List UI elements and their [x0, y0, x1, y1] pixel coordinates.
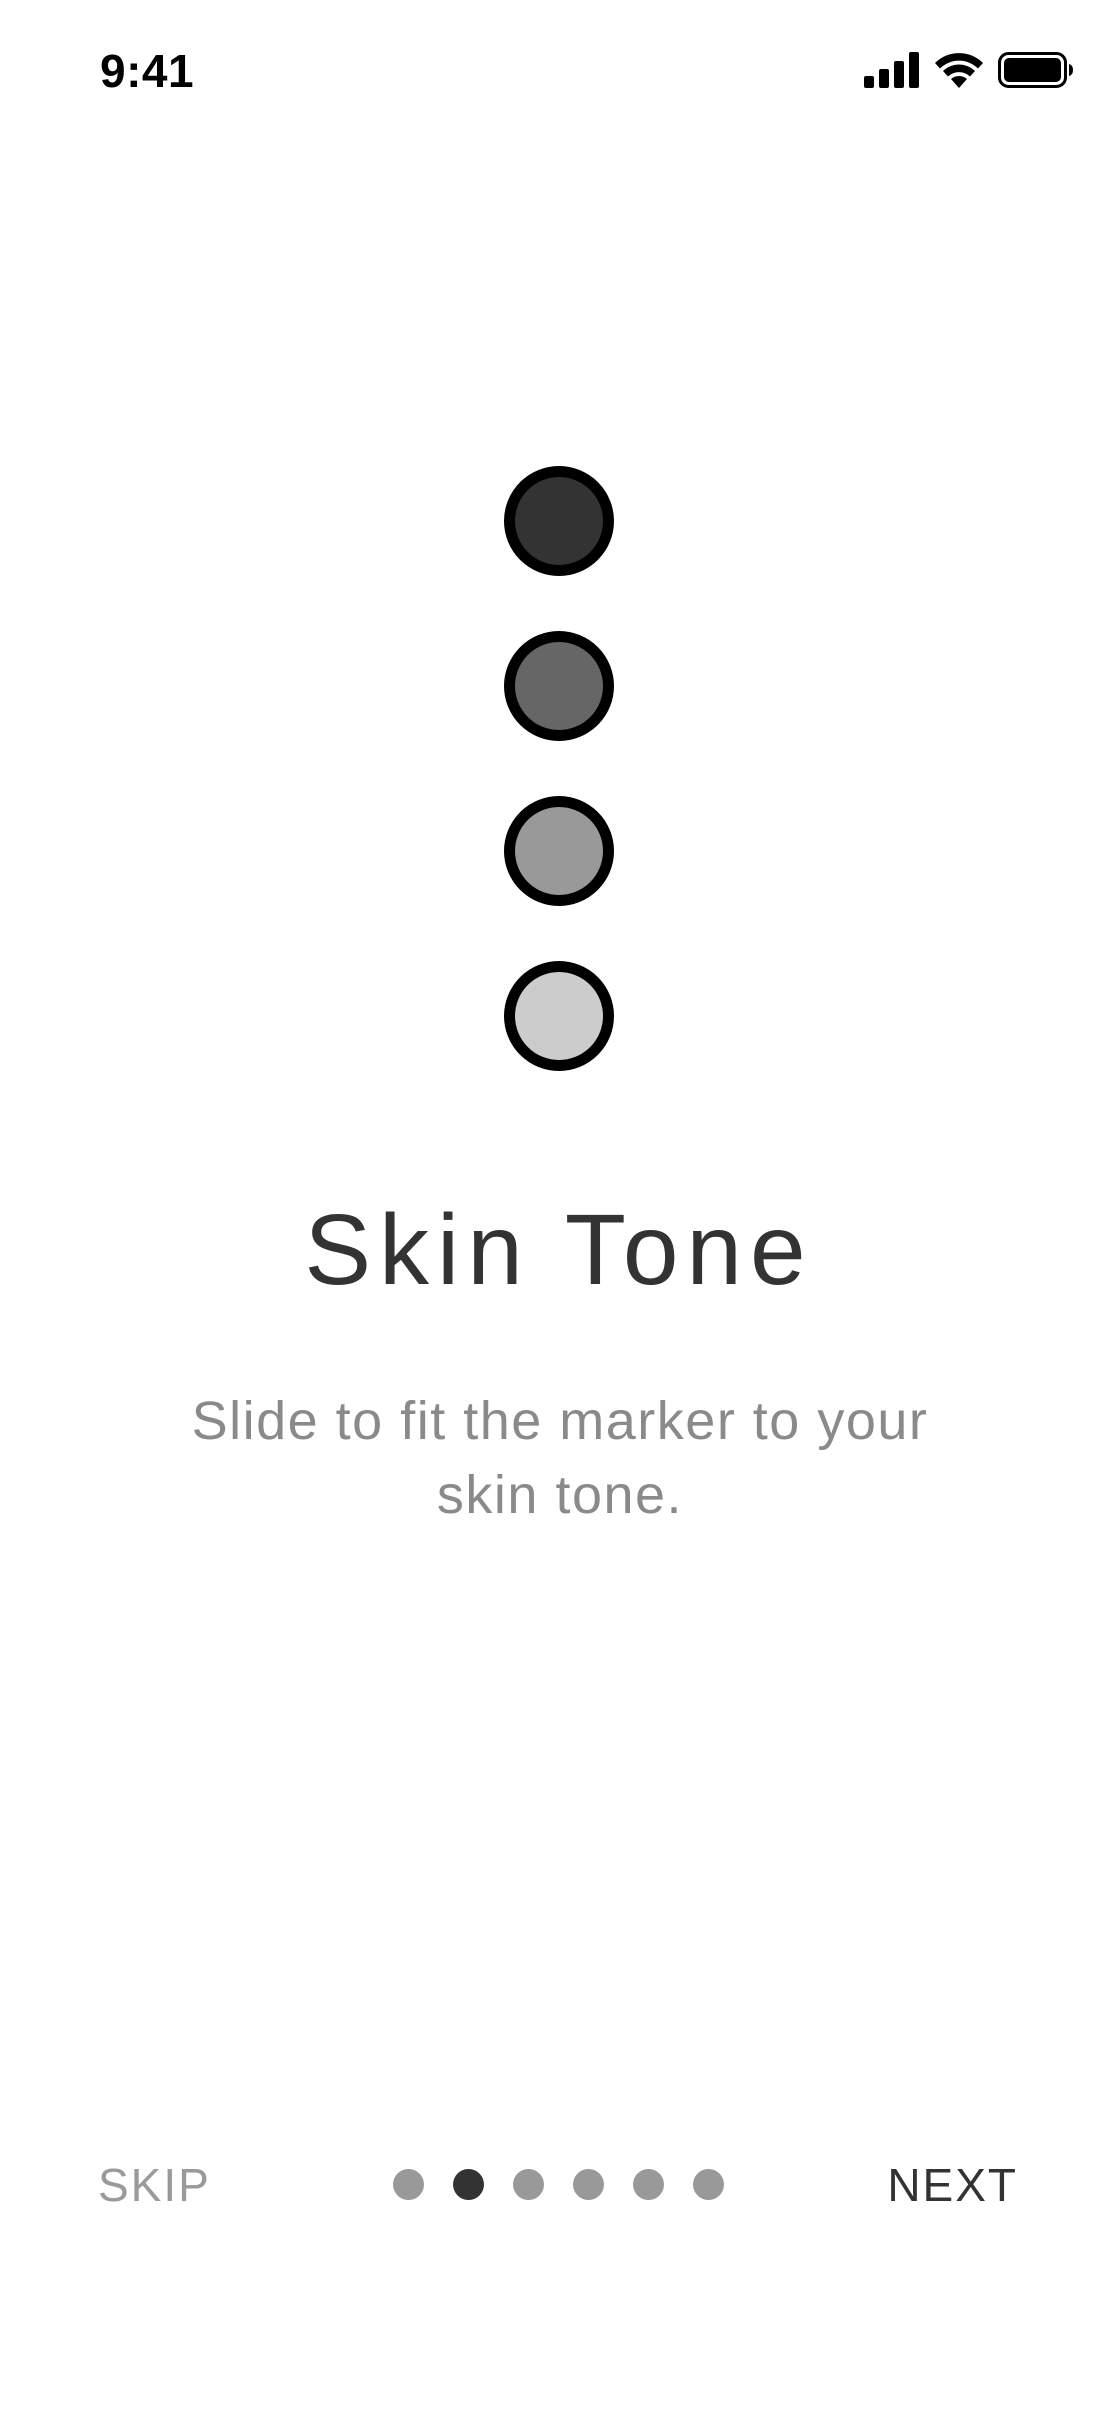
page-dot-5[interactable] [633, 2169, 664, 2200]
page-description: Slide to fit the marker to your skin ton… [191, 1391, 929, 1525]
cellular-signal-icon [864, 52, 920, 88]
page-indicator [393, 2169, 724, 2200]
page-dot-4[interactable] [573, 2169, 604, 2200]
page-title: Skin Tone [304, 1194, 814, 1306]
onboarding-navigation: SKIP NEXT [0, 2150, 1118, 2220]
battery-icon [998, 52, 1074, 88]
wifi-icon [934, 52, 984, 88]
tone-swatch-4[interactable] [504, 961, 614, 1071]
status-time: 9:41 [100, 45, 195, 97]
page-dot-1[interactable] [393, 2169, 424, 2200]
skip-button[interactable]: SKIP [98, 2150, 211, 2220]
tone-swatch-2[interactable] [504, 631, 614, 741]
tone-swatch-3[interactable] [504, 796, 614, 906]
page-dot-3[interactable] [513, 2169, 544, 2200]
skin-tone-swatches [0, 466, 1118, 1126]
page-dot-6[interactable] [693, 2169, 724, 2200]
next-button[interactable]: NEXT [887, 2150, 1018, 2220]
page-dot-2[interactable] [453, 2169, 484, 2200]
status-icons [864, 52, 1074, 88]
status-bar: 9:41 [0, 0, 1118, 140]
tone-swatch-1[interactable] [504, 466, 614, 576]
